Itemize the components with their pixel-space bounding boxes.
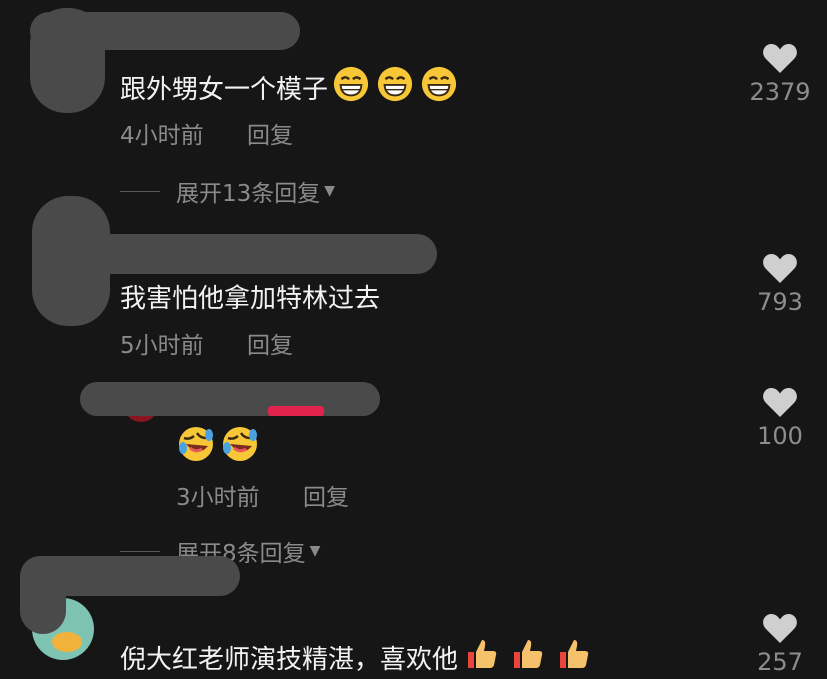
heart-icon xyxy=(763,614,797,643)
like-count: 100 xyxy=(757,422,803,450)
comment-time: 3小时前 xyxy=(176,485,260,511)
like-count: 793 xyxy=(757,288,803,316)
caret-down-icon: ▼ xyxy=(309,543,321,559)
comment-meta: 5小时前 回复 xyxy=(120,326,293,360)
divider xyxy=(120,550,160,552)
comment-text xyxy=(176,424,260,468)
grinning-face-emoji xyxy=(332,65,370,110)
like-count: 257 xyxy=(757,648,803,676)
caret-down-icon: ▼ xyxy=(324,183,336,199)
comment-text: 我害怕他拿加特林过去 xyxy=(120,284,381,314)
like-button[interactable]: 793 xyxy=(744,252,816,316)
comment-meta: 3小时前 回复 xyxy=(176,478,349,512)
expand-replies-label: 展开13条回复 xyxy=(176,181,321,207)
redacted-username xyxy=(32,234,437,274)
heart-icon xyxy=(763,254,797,283)
like-button[interactable]: 2379 xyxy=(744,42,816,106)
heart-icon xyxy=(763,388,797,417)
author-badge xyxy=(268,406,324,416)
thumbs-up-emoji xyxy=(510,636,546,679)
like-button[interactable]: 100 xyxy=(744,386,816,450)
thumbs-up-emoji xyxy=(556,636,592,679)
like-button[interactable]: 257 xyxy=(744,612,816,676)
expand-replies-button[interactable]: 展开13条回复 ▼ xyxy=(120,174,335,208)
rolling-laughing-face-emoji xyxy=(220,424,260,468)
rolling-laughing-face-emoji xyxy=(176,424,216,468)
comment-text: 跟外甥女一个模子 xyxy=(120,65,458,110)
reply-button[interactable]: 回复 xyxy=(247,116,293,150)
grinning-face-emoji xyxy=(420,65,458,110)
heart-icon xyxy=(763,44,797,73)
divider xyxy=(120,190,160,192)
reply-button[interactable]: 回复 xyxy=(303,478,349,512)
comment-text-body: 跟外甥女一个模子 xyxy=(120,75,329,105)
redacted-username xyxy=(30,12,300,50)
redacted-avatar xyxy=(20,556,66,634)
comment-time: 4小时前 xyxy=(120,123,204,149)
like-count: 2379 xyxy=(749,78,811,106)
comment-meta: 4小时前 回复 xyxy=(120,116,293,150)
comment-time: 5小时前 xyxy=(120,333,204,359)
comment-text-body: 倪大红老师演技精湛，喜欢他 xyxy=(120,645,459,675)
thumbs-up-emoji xyxy=(464,636,500,679)
reply-button[interactable]: 回复 xyxy=(247,326,293,360)
comment-text: 倪大红老师演技精湛，喜欢他 xyxy=(120,636,592,679)
redacted-username xyxy=(80,382,380,416)
grinning-face-emoji xyxy=(376,65,414,110)
